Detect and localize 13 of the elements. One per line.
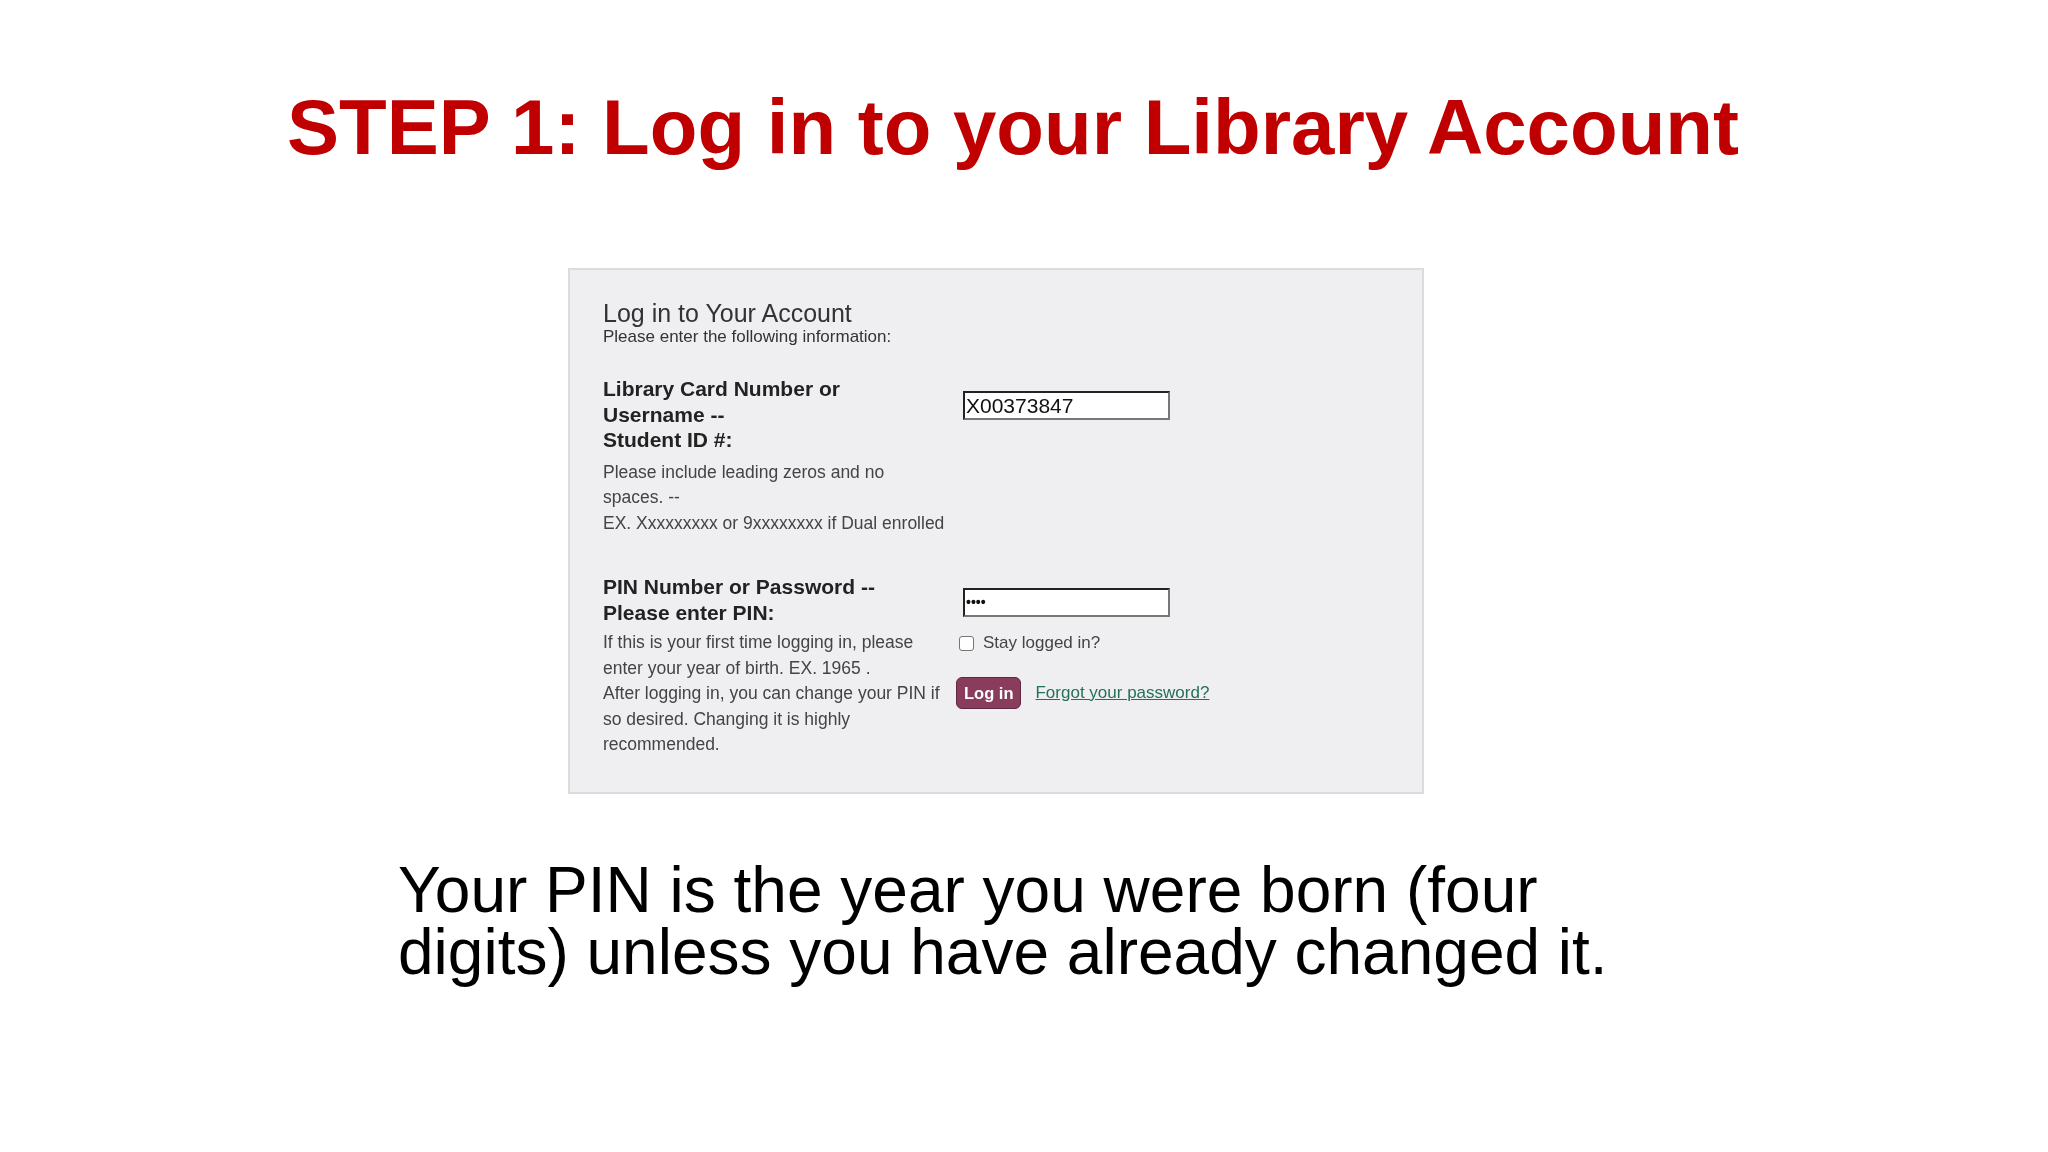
panel-subtitle: Please enter the following information: (603, 327, 892, 347)
checkbox[interactable] (959, 635, 974, 651)
field-label: Library Card Number or Username -- Student ID #: (603, 376, 840, 453)
checkbox-label: Stay logged in? (983, 632, 1101, 654)
field-hint: Please include leading zeros and no spaces. -- EX. Xxxxxxxxx or 9xxxxxxxx if Dual enrolled (603, 460, 945, 535)
slide-title: STEP 1: Log in to your Library Account (287, 85, 1739, 169)
panel-title: Log in to Your Account (603, 299, 852, 327)
password-field[interactable]: •••• (963, 588, 1170, 617)
field-hint: If this is your first time logging in, please enter your year of birth. EX. 1965 . After logging in, you can change your PIN if so desired. Changing it is highly recommended. (603, 631, 940, 756)
login-button[interactable]: Log in (956, 677, 1022, 709)
forgot-password-link[interactable]: Forgot your password? (1035, 683, 1210, 703)
input-field[interactable]: X00373847 (963, 391, 1170, 420)
field-label: PIN Number or Password -- Please enter PIN: (603, 574, 875, 625)
